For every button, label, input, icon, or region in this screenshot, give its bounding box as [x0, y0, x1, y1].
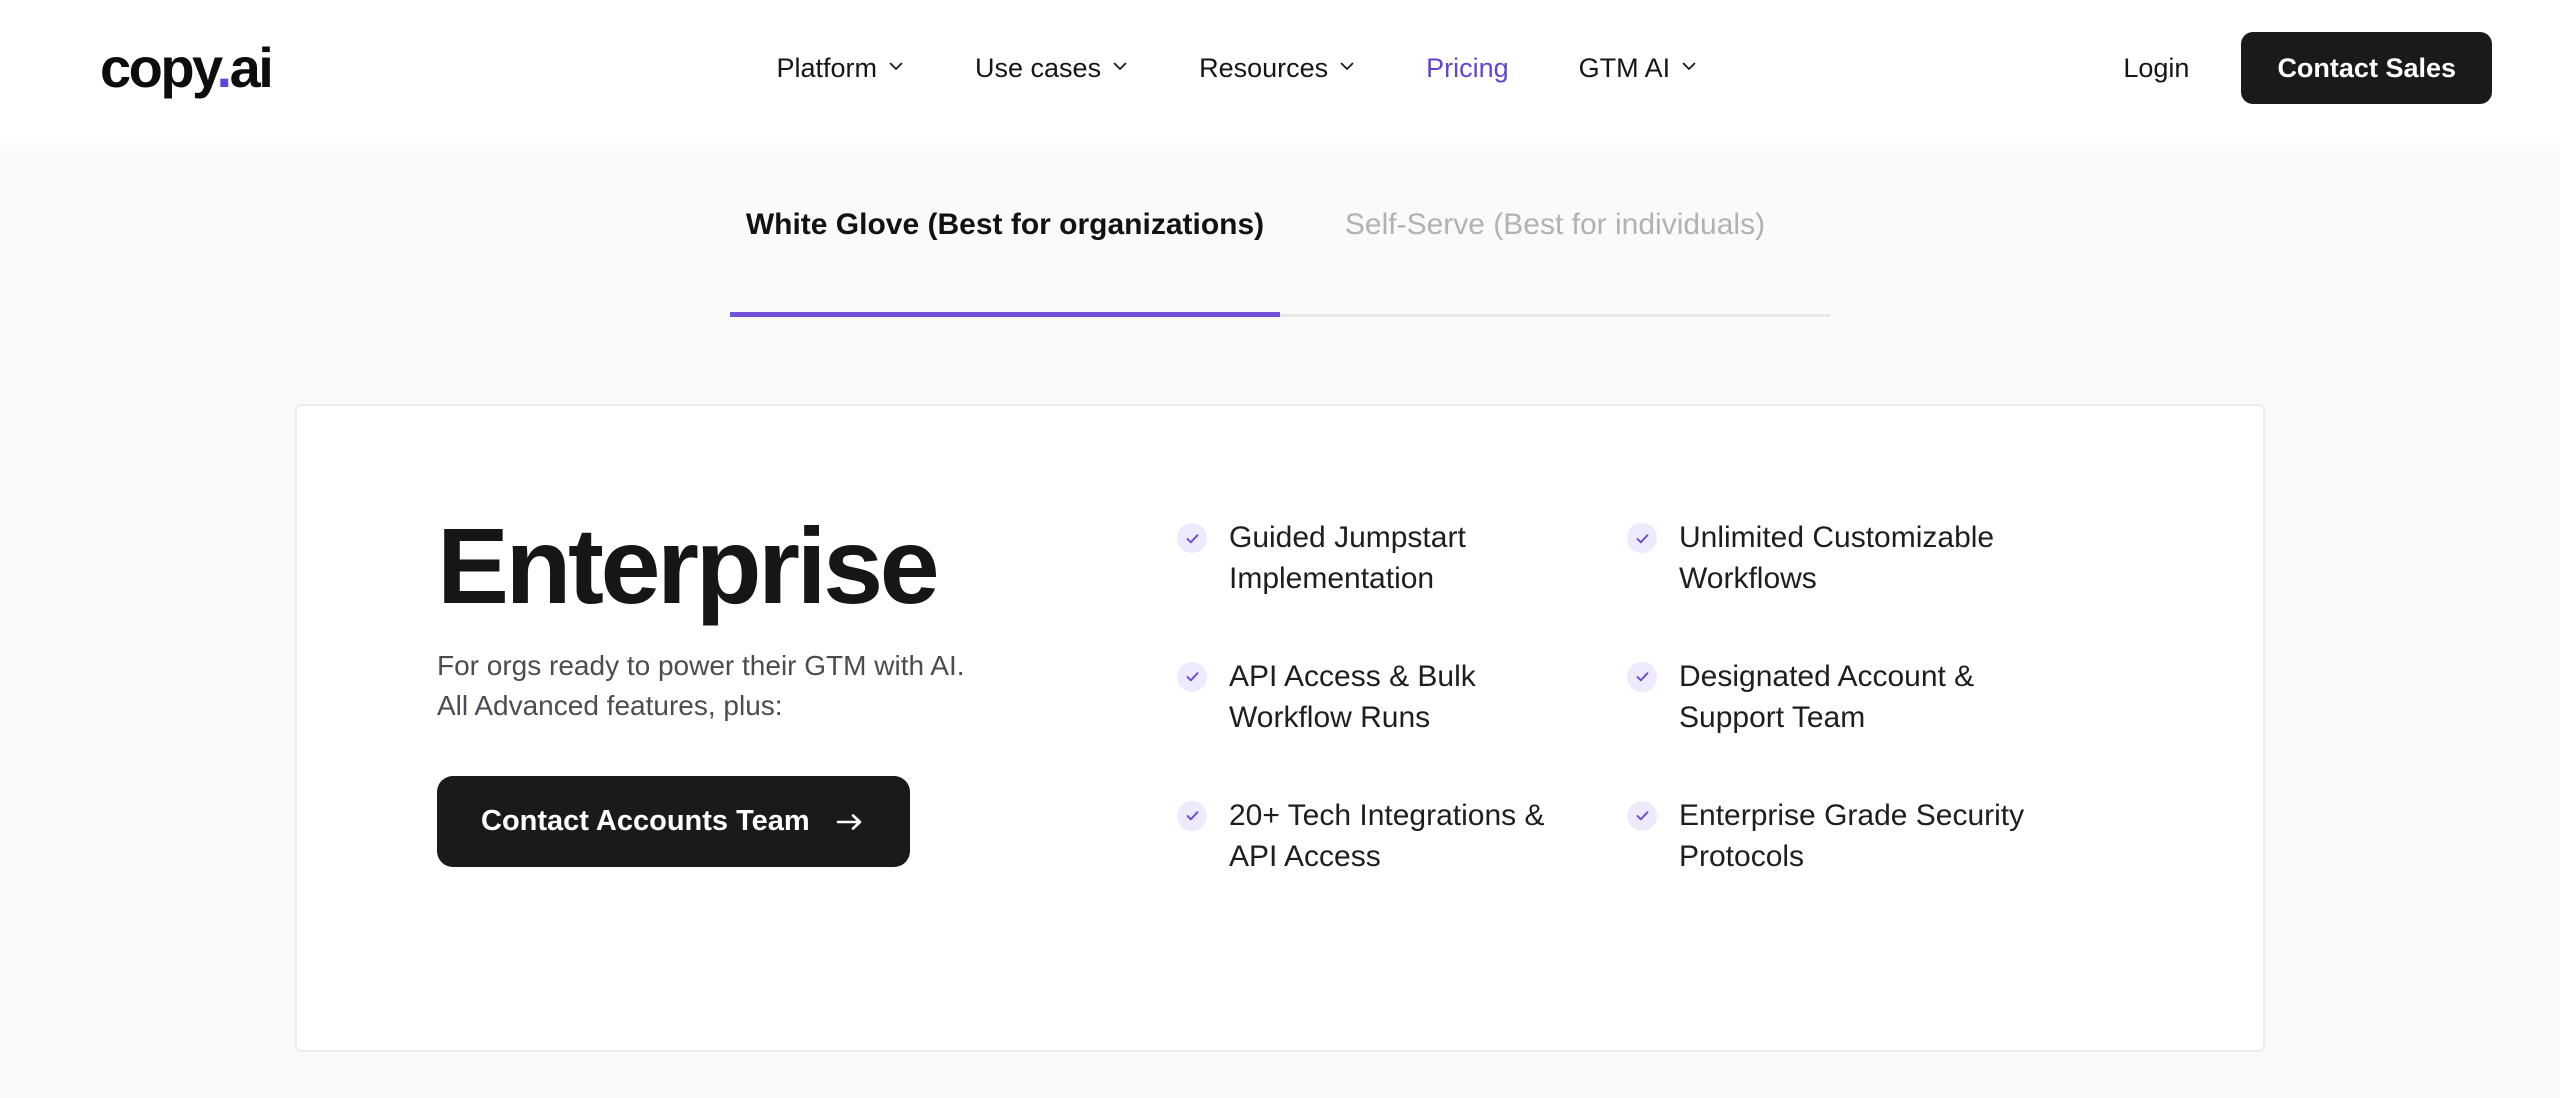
nav-item-pricing[interactable]: Pricing	[1426, 52, 1509, 83]
nav-item-resources[interactable]: Resources	[1199, 52, 1356, 83]
feature-item: Unlimited Customizable Workflows	[1627, 517, 2087, 600]
primary-navigation: Platform Use cases Resources Pricing GTM…	[391, 52, 2083, 83]
nav-item-label: Resources	[1199, 52, 1329, 83]
brand-logo[interactable]: copy.ai	[100, 40, 274, 96]
check-icon	[1177, 661, 1207, 692]
feature-label: Designated Account & Support Team	[1679, 659, 1975, 735]
plan-subtitle: For orgs ready to power their GTM with A…	[437, 646, 1077, 726]
nav-item-gtm-ai[interactable]: GTM AI	[1578, 52, 1699, 83]
login-link[interactable]: Login	[2123, 53, 2189, 84]
chevron-down-icon	[1111, 57, 1129, 75]
chevron-down-icon	[1680, 57, 1698, 75]
feature-label: Unlimited Customizable Workflows	[1679, 521, 1995, 596]
feature-label: 20+ Tech Integrations & API Access	[1229, 798, 1545, 873]
feature-label: Guided Jumpstart Implementation	[1229, 521, 1466, 596]
check-icon	[1177, 800, 1207, 831]
feature-item: 20+ Tech Integrations & API Access	[1177, 795, 1627, 878]
check-icon	[1627, 800, 1657, 831]
feature-label: Enterprise Grade Security Protocols	[1679, 798, 2025, 873]
nav-item-platform[interactable]: Platform	[776, 52, 905, 83]
brand-name-part2: ai	[229, 36, 274, 99]
contact-accounts-team-label: Contact Accounts Team	[481, 805, 810, 838]
nav-item-label: Platform	[776, 52, 878, 83]
features-column-1: Guided Jumpstart Implementation API Acce…	[1177, 517, 1627, 877]
pricing-tabs: White Glove (Best for organizations) Sel…	[730, 210, 1830, 317]
nav-item-label: Use cases	[975, 52, 1102, 83]
tab-self-serve[interactable]: Self-Serve (Best for individuals)	[1280, 210, 1830, 317]
nav-item-label: Pricing	[1426, 52, 1509, 83]
plan-subtitle-line-1: For orgs ready to power their GTM with A…	[437, 650, 965, 681]
plan-features: Guided Jumpstart Implementation API Acce…	[1177, 512, 2263, 877]
plan-card-container: Enterprise For orgs ready to power their…	[0, 404, 2560, 1052]
enterprise-plan-card: Enterprise For orgs ready to power their…	[295, 404, 2265, 1052]
feature-item: API Access & Bulk Workflow Runs	[1177, 656, 1627, 739]
plan-summary: Enterprise For orgs ready to power their…	[297, 505, 1177, 868]
contact-sales-button[interactable]: Contact Sales	[2241, 31, 2492, 105]
check-icon	[1627, 523, 1657, 553]
header-actions: Login Contact Sales	[2123, 31, 2492, 105]
arrow-right-icon	[836, 812, 866, 832]
tab-white-glove[interactable]: White Glove (Best for organizations)	[730, 210, 1280, 317]
feature-item: Enterprise Grade Security Protocols	[1627, 795, 2087, 878]
brand-dot: .	[216, 36, 233, 99]
nav-item-label: GTM AI	[1578, 52, 1671, 83]
features-column-2: Unlimited Customizable Workflows Designa…	[1627, 517, 2087, 877]
chevron-down-icon	[887, 57, 905, 75]
nav-item-use-cases[interactable]: Use cases	[975, 52, 1129, 83]
chevron-down-icon	[1338, 57, 1356, 75]
feature-item: Guided Jumpstart Implementation	[1177, 517, 1627, 600]
brand-name-part1: copy	[100, 36, 219, 99]
feature-item: Designated Account & Support Team	[1627, 656, 2087, 739]
feature-label: API Access & Bulk Workflow Runs	[1229, 659, 1476, 735]
check-icon	[1177, 523, 1207, 553]
plan-title: Enterprise	[437, 505, 940, 626]
contact-accounts-team-button[interactable]: Contact Accounts Team	[437, 776, 910, 868]
plan-subtitle-line-2: All Advanced features, plus:	[437, 690, 783, 722]
site-header: copy.ai Platform Use cases Resources Pri…	[0, 0, 2560, 150]
pricing-tabs-container: White Glove (Best for organizations) Sel…	[0, 210, 2560, 317]
check-icon	[1627, 661, 1657, 692]
